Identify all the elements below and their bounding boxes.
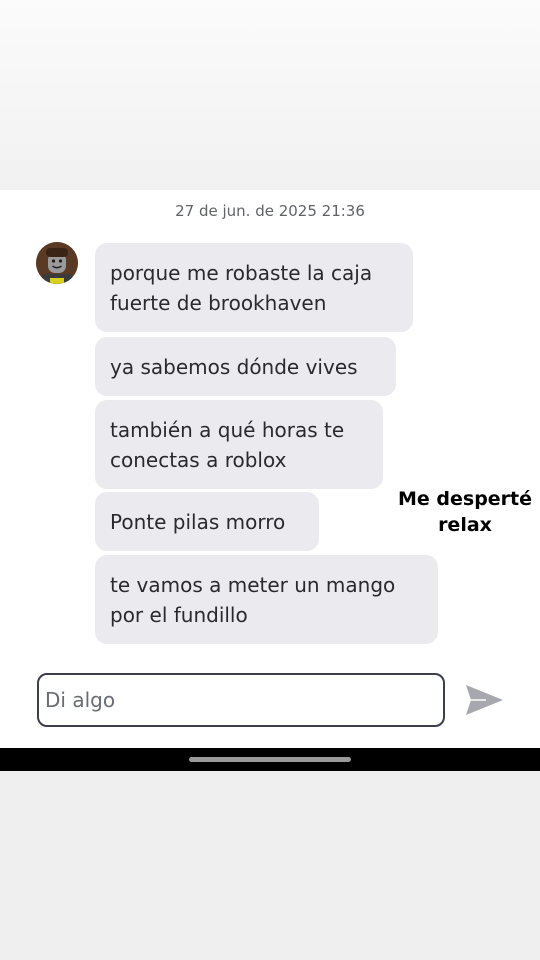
- top-blank-area: [0, 0, 540, 190]
- message-text: Ponte pilas morro: [110, 509, 286, 534]
- message-text: te vamos a meter un mango por el fundill…: [110, 572, 396, 627]
- message-input[interactable]: [37, 673, 445, 727]
- message-timestamp: 27 de jun. de 2025 21:36: [175, 202, 365, 220]
- message-text: también a qué horas te conectas a roblox: [110, 417, 345, 472]
- message-bubble[interactable]: ya sabemos dónde vives: [95, 337, 396, 396]
- message-bubble[interactable]: también a qué horas te conectas a roblox: [95, 400, 383, 489]
- sender-avatar[interactable]: [36, 242, 78, 284]
- overlay-caption: Me desperté relax: [388, 486, 540, 538]
- caption-text: Me desperté relax: [397, 488, 533, 536]
- chat-screen: 27 de jun. de 2025 21:36 porque me robas…: [0, 190, 540, 750]
- message-bubble[interactable]: Ponte pilas morro: [95, 492, 319, 551]
- home-indicator[interactable]: [189, 757, 351, 762]
- message-text: ya sabemos dónde vives: [110, 354, 358, 379]
- send-button[interactable]: [462, 682, 506, 718]
- bottom-blank-area: [0, 771, 540, 960]
- message-bubble[interactable]: te vamos a meter un mango por el fundill…: [95, 555, 438, 644]
- avatar-image: [36, 242, 78, 284]
- message-bubble[interactable]: porque me robaste la caja fuerte de broo…: [95, 243, 413, 332]
- system-nav-bar: [0, 748, 540, 771]
- message-text: porque me robaste la caja fuerte de broo…: [110, 260, 373, 315]
- send-icon: [466, 685, 503, 715]
